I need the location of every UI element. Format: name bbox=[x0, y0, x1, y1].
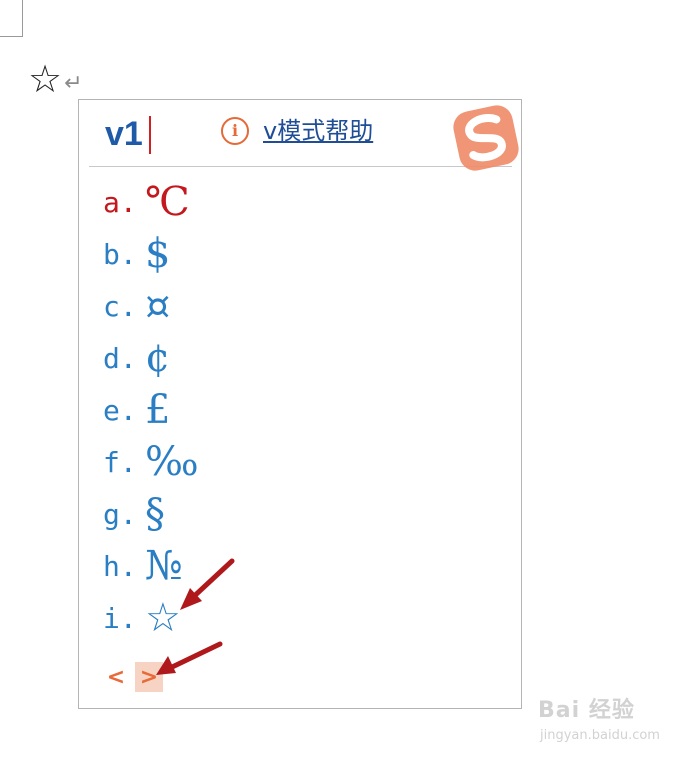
watermark-brand: Bai 经验 bbox=[538, 698, 635, 723]
annotation-arrow-star bbox=[180, 558, 235, 610]
baidu-jingyan-watermark: Bai 经验 jingyan.baidu.com bbox=[534, 692, 674, 754]
annotation-arrow-next bbox=[156, 641, 223, 675]
annotation-arrows bbox=[156, 558, 235, 675]
watermark-url: jingyan.baidu.com bbox=[540, 728, 660, 743]
